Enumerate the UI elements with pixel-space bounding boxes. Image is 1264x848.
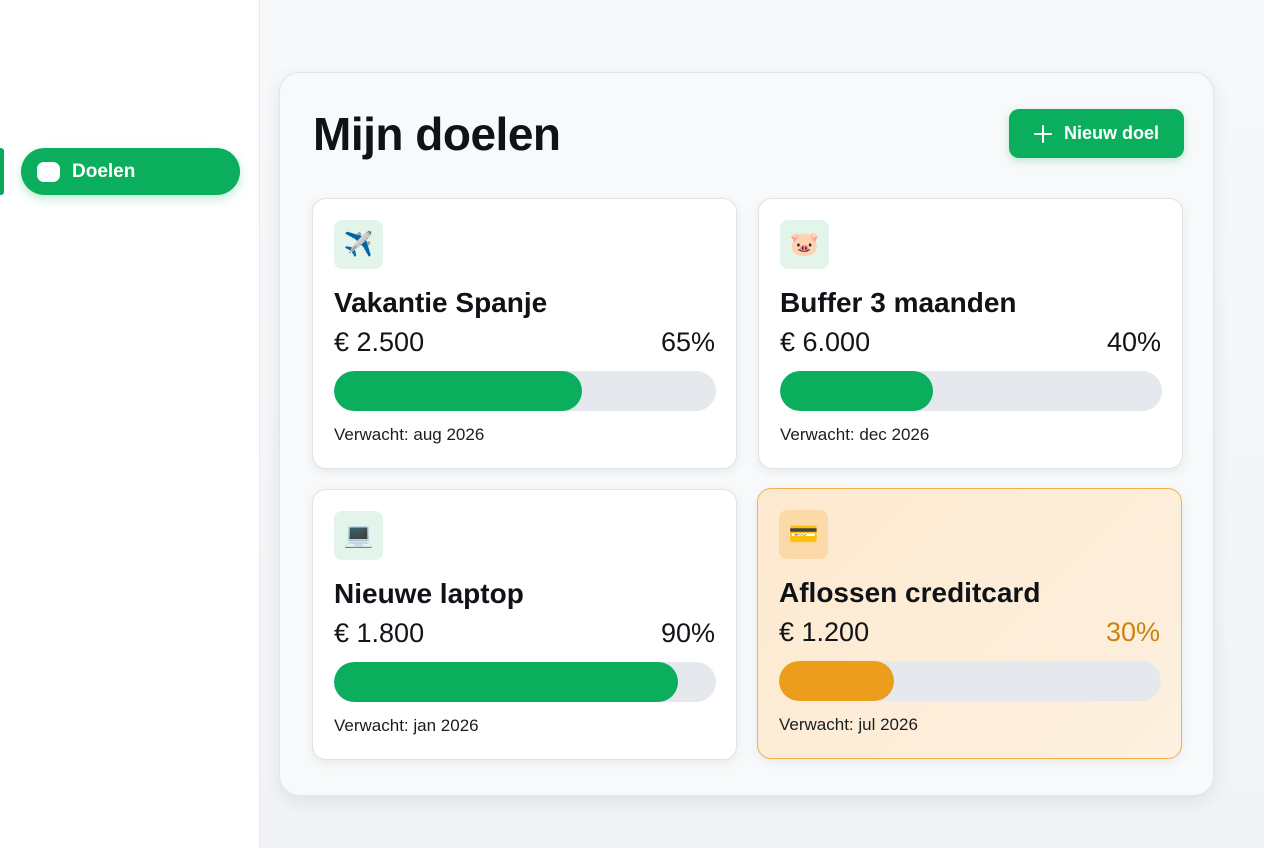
laptop-icon: 💻 [334, 511, 383, 560]
progress-fill [780, 371, 933, 411]
progress-bar [334, 662, 716, 702]
goals-icon [37, 161, 60, 182]
sidebar-item-doelen[interactable]: Doelen [21, 148, 240, 195]
goal-amount: € 1.800 [334, 618, 425, 648]
goal-amount: € 6.000 [780, 327, 871, 357]
goal-title: Nieuwe laptop [334, 578, 524, 609]
sidebar: Doelen [0, 0, 260, 848]
goal-expected-date: Verwacht: jul 2026 [779, 715, 918, 734]
goal-percent: 65% [660, 327, 715, 357]
goal-amount: € 2.500 [334, 327, 425, 357]
new-goal-button-label: Nieuw doel [1063, 123, 1159, 143]
goal-expected-date: Verwacht: aug 2026 [334, 425, 485, 444]
goal-card-vakantie-spanje[interactable]: ✈️ Vakantie Spanje € 2.500 65% Verwacht:… [312, 198, 737, 469]
goal-card-aflossen-creditcard[interactable]: 💳 Aflossen creditcard € 1.200 30% Verwac… [757, 488, 1182, 759]
goal-title: Aflossen creditcard [779, 577, 1041, 608]
goal-title: Buffer 3 maanden [780, 287, 1017, 318]
goal-expected-date: Verwacht: jan 2026 [334, 716, 479, 735]
new-goal-button[interactable]: Nieuw doel [1009, 109, 1184, 158]
goal-card-buffer-3-maanden[interactable]: 🐷 Buffer 3 maanden € 6.000 40% Verwacht:… [758, 198, 1183, 469]
goal-title: Vakantie Spanje [334, 287, 548, 318]
progress-fill [334, 371, 583, 411]
goal-amount: € 1.200 [779, 617, 870, 647]
goal-expected-date: Verwacht: dec 2026 [780, 425, 930, 444]
goal-percent: 40% [1106, 327, 1161, 357]
plus-icon [1033, 124, 1052, 143]
progress-bar [780, 371, 1162, 411]
goal-percent: 90% [660, 618, 715, 648]
progress-fill [334, 662, 678, 702]
goals-panel: Mijn doelen Nieuw doel ✈️ Vakantie Spanj… [279, 72, 1214, 796]
progress-bar [779, 661, 1161, 701]
airplane-icon: ✈️ [334, 220, 383, 269]
progress-bar [334, 371, 716, 411]
goal-card-nieuwe-laptop[interactable]: 💻 Nieuwe laptop € 1.800 90% Verwacht: ja… [312, 489, 737, 760]
piggy-bank-icon: 🐷 [780, 220, 829, 269]
page-title: Mijn doelen [313, 108, 561, 160]
sidebar-item-label: Doelen [72, 160, 136, 182]
progress-fill [779, 661, 894, 701]
goal-percent: 30% [1105, 617, 1160, 647]
credit-card-icon: 💳 [779, 510, 828, 559]
active-nav-indicator [0, 148, 4, 195]
